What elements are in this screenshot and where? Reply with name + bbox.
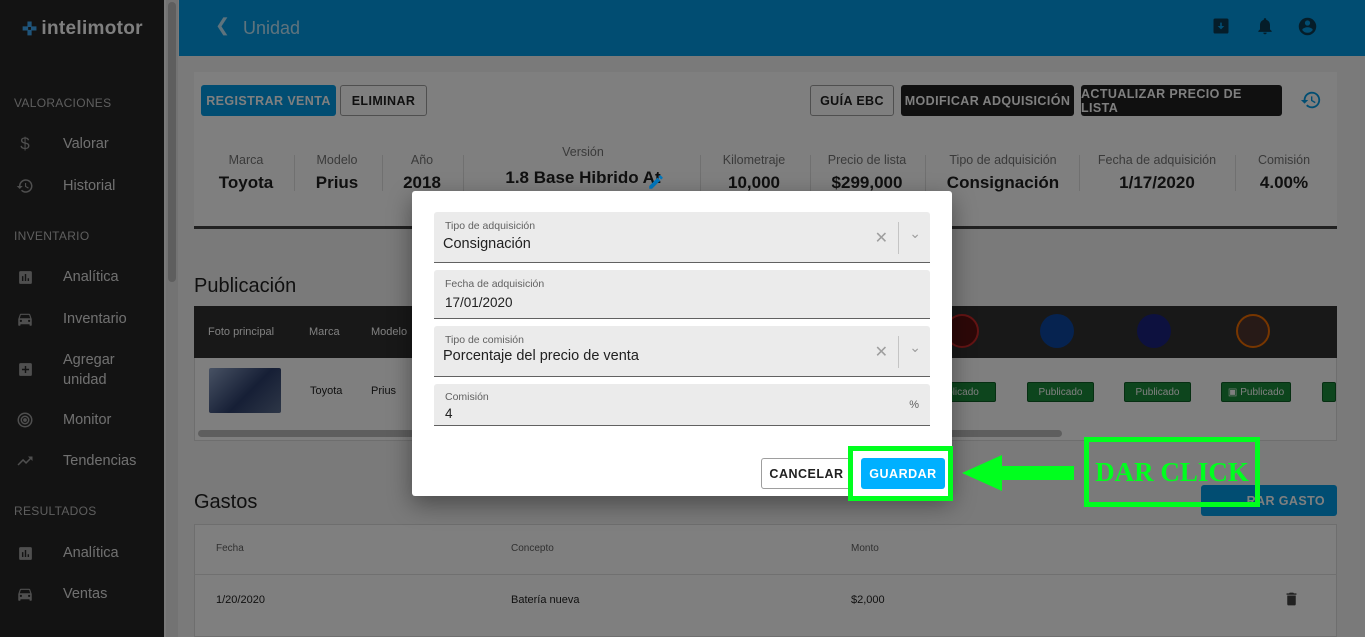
chevron-down-icon[interactable]: ⌄ [909,339,921,356]
field-value: 4 [445,406,453,421]
callout-text: DAR CLICK [1095,456,1249,487]
field-value: 17/01/2020 [445,295,513,310]
cancel-button[interactable]: CANCELAR [761,458,852,489]
select-divider [898,222,899,254]
field-label: Tipo de adquisición [445,220,536,232]
clear-icon[interactable]: ✕ [875,342,888,362]
percent-suffix: % [909,399,919,411]
field-value: Consignación [443,236,531,252]
arrow-left-icon [962,455,1074,491]
field-label: Fecha de adquisición [445,278,545,290]
commission-type-select[interactable]: Tipo de comisión Porcentaje del precio d… [434,326,930,377]
instruction-callout: DAR CLICK [1084,437,1260,507]
acquisition-type-select[interactable]: Tipo de adquisición Consignación ✕ ⌄ [434,212,930,263]
select-divider [898,336,899,368]
clear-icon[interactable]: ✕ [875,228,888,248]
field-label: Tipo de comisión [445,334,524,346]
field-value: Porcentaje del precio de venta [443,348,639,364]
acquisition-date-field[interactable]: Fecha de adquisición 17/01/2020 [434,270,930,319]
field-label: Comisión [445,391,489,403]
save-button-highlight [848,446,953,501]
chevron-down-icon[interactable]: ⌄ [909,225,921,242]
commission-input[interactable]: Comisión 4 % [434,384,930,426]
